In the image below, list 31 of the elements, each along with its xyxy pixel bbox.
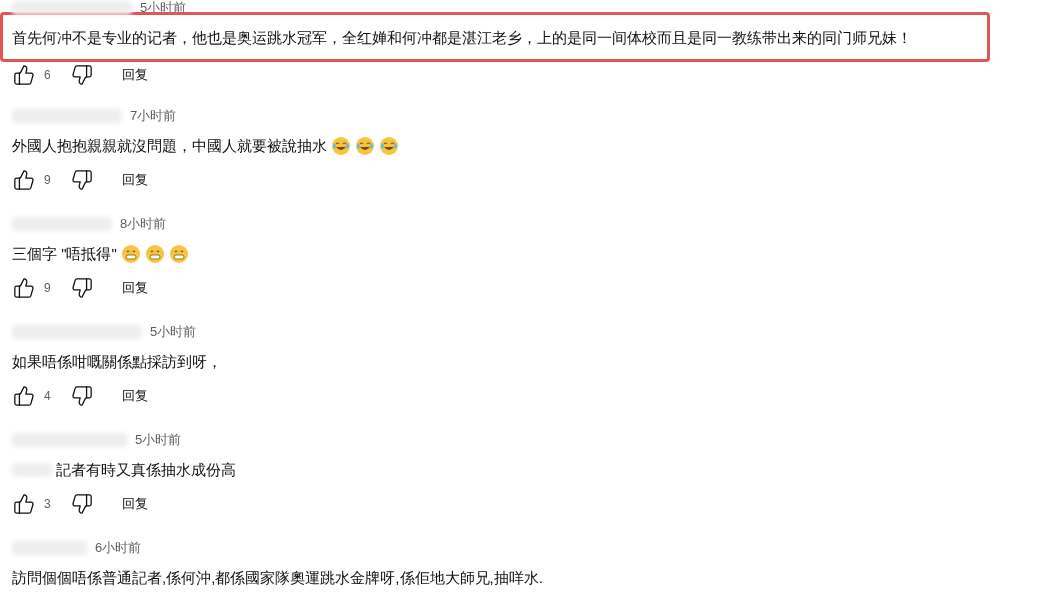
like-button[interactable] (12, 492, 36, 516)
like-count: 9 (44, 280, 52, 297)
like-count: 6 (44, 67, 52, 84)
comment-text: 訪問個個唔係普通記者,係何沖,都係國家隊奧運跳水金牌呀,係佢地大師兄,抽咩水. (12, 567, 543, 588)
comment-text: 外國人抱抱親親就沒問題，中國人就要被說抽水 (12, 135, 327, 156)
comment-time: 5小时前 (150, 323, 197, 342)
like-count: 9 (44, 172, 52, 189)
like-button[interactable] (12, 276, 36, 300)
dislike-button[interactable] (70, 492, 94, 516)
comment-text: 首先何冲不是专业的记者，他也是奥运跳水冠军，全红婵和何冲都是湛江老乡，上的是同一间体校而且是同一教练带出来的同门师兄妹！ (12, 27, 912, 48)
dislike-button[interactable] (70, 384, 94, 408)
comment-time: 8小时前 (120, 215, 167, 234)
dislike-button[interactable] (70, 276, 94, 300)
reply-button[interactable]: 回复 (122, 170, 148, 190)
dislike-button[interactable] (70, 168, 94, 192)
comment-time: 7小时前 (130, 107, 177, 126)
like-count: 3 (44, 496, 52, 513)
like-button[interactable] (12, 168, 36, 192)
comment-time: 6小时前 (95, 539, 142, 558)
comment-text: 三個字 "唔抵得" (12, 243, 117, 264)
like-button[interactable] (12, 384, 36, 408)
reply-button[interactable]: 回复 (122, 494, 148, 514)
like-count: 4 (44, 388, 52, 405)
comment-time: 5小时前 (135, 431, 182, 450)
reply-button[interactable]: 回复 (122, 386, 148, 406)
like-button[interactable] (12, 63, 36, 87)
comment-text: 記者有時又真係抽水成份高 (56, 459, 236, 480)
dislike-button[interactable] (70, 63, 94, 87)
comment-text: 如果唔係咁嘅關係點採訪到呀， (12, 351, 222, 372)
reply-button[interactable]: 回复 (122, 278, 148, 298)
reply-button[interactable]: 回复 (122, 65, 148, 85)
